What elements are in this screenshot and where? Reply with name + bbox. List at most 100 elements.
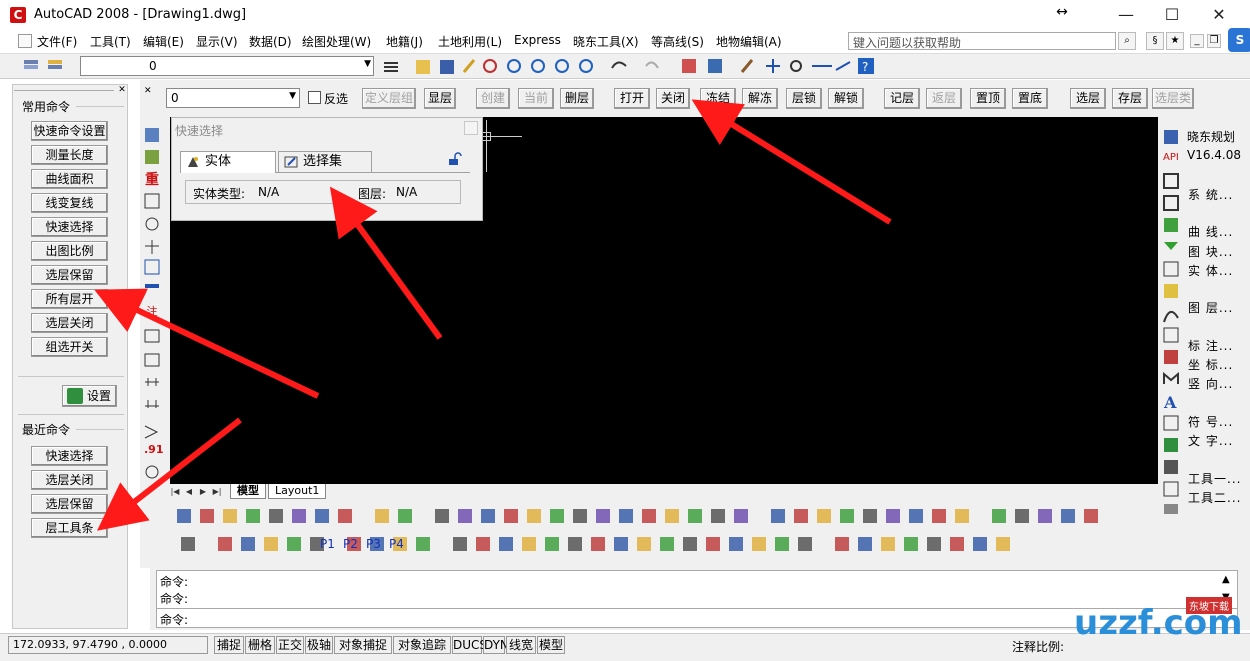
connect-badge-icon[interactable]: S [1228, 28, 1250, 52]
search-icon[interactable]: ⌕ [1118, 32, 1136, 50]
invert-selection-checkbox[interactable] [308, 91, 321, 104]
status-toggle[interactable]: DUCS [452, 636, 487, 654]
recent-command-button[interactable]: 快速选择 [31, 446, 108, 466]
tab-layout1[interactable]: Layout1 [268, 484, 327, 499]
toolbar1-misc-icons[interactable] [382, 58, 462, 76]
plugin-menu-item[interactable]: 符 号... [1188, 413, 1233, 430]
menu-item[interactable]: 地籍(J) [386, 33, 423, 50]
layer-action-button[interactable]: 层锁 [786, 88, 822, 109]
preset-p4-button[interactable]: P4 [389, 537, 404, 551]
layer-dropdown[interactable]: 0 ▼ [80, 56, 374, 76]
command-button[interactable]: 选层关闭 [31, 313, 108, 333]
document-icon[interactable] [18, 34, 32, 48]
recent-command-button[interactable]: 层工具条 [31, 518, 108, 538]
status-toggle[interactable]: 模型 [537, 636, 565, 654]
toolbar1-tool-icons[interactable]: ? [460, 56, 880, 76]
prev-tab-icon[interactable]: ◀ [184, 486, 194, 498]
scroll-up-icon[interactable]: ▲ [1222, 574, 1230, 585]
layer-action-button[interactable]: 打开 [614, 88, 650, 109]
last-tab-icon[interactable]: ▶| [212, 486, 222, 498]
panel-grip[interactable] [14, 90, 114, 91]
plugin-menu-item[interactable]: 标 注... [1188, 337, 1233, 354]
recent-command-button[interactable]: 选层保留 [31, 494, 108, 514]
command-button[interactable]: 组选开关 [31, 337, 108, 357]
unlock-icon[interactable] [448, 152, 462, 166]
menu-item[interactable]: 工具(T) [90, 33, 131, 50]
command-button[interactable]: 曲线面积 [31, 169, 108, 189]
status-toggle[interactable]: 极轴 [305, 636, 333, 654]
layer-action-button[interactable]: 置底 [1012, 88, 1048, 109]
plugin-menu-item[interactable]: 系 统... [1188, 186, 1233, 203]
doc-minimize-icon[interactable]: _ [1190, 34, 1204, 48]
layer-action-button[interactable]: 删层 [560, 88, 594, 109]
menu-item[interactable]: 编辑(E) [143, 33, 184, 50]
decimal-glyph[interactable]: .91 [144, 442, 164, 458]
layer-action-button[interactable]: 解锁 [828, 88, 864, 109]
recent-command-button[interactable]: 选层关闭 [31, 470, 108, 490]
layer-action-button[interactable]: 置顶 [970, 88, 1006, 109]
menu-item[interactable]: 等高线(S) [651, 33, 704, 50]
preset-p2-button[interactable]: P2 [343, 537, 358, 551]
layer-action-button[interactable]: 冻结 [700, 88, 736, 109]
panel-close-icon[interactable]: ✕ [117, 85, 127, 95]
command-button[interactable]: 线变复线 [31, 193, 108, 213]
preset-p1-button[interactable]: P1 [320, 537, 335, 551]
plugin-menu-item[interactable]: 曲 线... [1188, 223, 1233, 240]
next-tab-icon[interactable]: ▶ [198, 486, 208, 498]
menu-item[interactable]: 显示(V) [196, 33, 238, 50]
command-button[interactable]: 测量长度 [31, 145, 108, 165]
status-toggle[interactable]: 对象追踪 [393, 636, 451, 654]
plugin-menu-item[interactable]: 实 体... [1188, 262, 1233, 279]
layer-toolbar-close-icon[interactable]: ✕ [144, 86, 154, 96]
edit-tool-icons[interactable] [176, 507, 1156, 525]
plugin-tool-icons[interactable]: A [1162, 128, 1182, 518]
status-toggle[interactable]: 栅格 [245, 636, 275, 654]
annotate-glyph[interactable]: 注 [144, 304, 160, 320]
status-toggle[interactable]: DYN [483, 636, 509, 654]
menu-item[interactable]: Express [514, 33, 561, 47]
layer-action-button[interactable]: 解冻 [742, 88, 778, 109]
repeat-glyph[interactable]: 重 [144, 172, 160, 188]
menu-item[interactable]: 绘图处理(W) [302, 33, 371, 50]
coordinate-readout[interactable]: 172.0933, 97.4790 , 0.0000 [8, 636, 208, 654]
close-button[interactable]: ✕ [1196, 0, 1242, 30]
plugin-menu-item[interactable]: 工具一... [1188, 470, 1241, 487]
plugin-menu-item[interactable]: 竖 向... [1188, 375, 1233, 392]
help-exchange-icon[interactable]: § [1146, 32, 1164, 50]
autocad-app-icon[interactable]: C [10, 7, 26, 23]
plugin-menu-item[interactable]: 图 块... [1188, 243, 1233, 260]
tab-selection-set[interactable]: 选择集 [278, 151, 372, 173]
status-toggle[interactable]: 正交 [276, 636, 304, 654]
layer-action-button[interactable]: 存层 [1112, 88, 1148, 109]
tab-model[interactable]: 模型 [230, 484, 266, 499]
status-toggle[interactable]: 对象捕捉 [334, 636, 392, 654]
minimize-button[interactable]: — [1103, 0, 1149, 30]
command-button[interactable]: 快速选择 [31, 217, 108, 237]
menu-item[interactable]: 晓东工具(X) [573, 33, 639, 50]
layer-group-dropdown[interactable]: 0 ▼ [166, 88, 300, 108]
status-toggle[interactable]: 捕捉 [214, 636, 244, 654]
plugin-menu-item[interactable]: 文 字... [1188, 432, 1233, 449]
favorites-star-icon[interactable]: ★ [1166, 32, 1184, 50]
command-button[interactable]: 出图比例 [31, 241, 108, 261]
command-button[interactable]: 所有层开 [31, 289, 108, 309]
layer-action-button[interactable]: 关闭 [656, 88, 690, 109]
layer-manager-icon[interactable] [22, 56, 74, 76]
command-button[interactable]: 选层保留 [31, 265, 108, 285]
preset-p3-button[interactable]: P3 [366, 537, 381, 551]
help-search-input[interactable]: 键入问题以获取帮助 [848, 32, 1116, 50]
doc-restore-icon[interactable]: ❐ [1207, 34, 1221, 48]
menu-item[interactable]: 数据(D) [249, 33, 292, 50]
layer-action-button[interactable]: 显层 [424, 88, 456, 109]
command-button[interactable]: 快速命令设置 [31, 121, 108, 141]
plugin-menu-item[interactable]: 坐 标... [1188, 356, 1233, 373]
menu-item[interactable]: 土地利用(L) [438, 33, 502, 50]
plugin-menu-item[interactable]: 图 层... [1188, 299, 1233, 316]
command-input[interactable]: 命令: [160, 611, 188, 628]
quick-select-close-icon[interactable] [464, 121, 478, 135]
layer-action-button[interactable]: 记层 [884, 88, 920, 109]
first-tab-icon[interactable]: |◀ [170, 486, 180, 498]
maximize-button[interactable]: ☐ [1149, 0, 1195, 30]
settings-button[interactable]: 设置 [62, 385, 117, 407]
status-toggle[interactable]: 线宽 [506, 636, 536, 654]
